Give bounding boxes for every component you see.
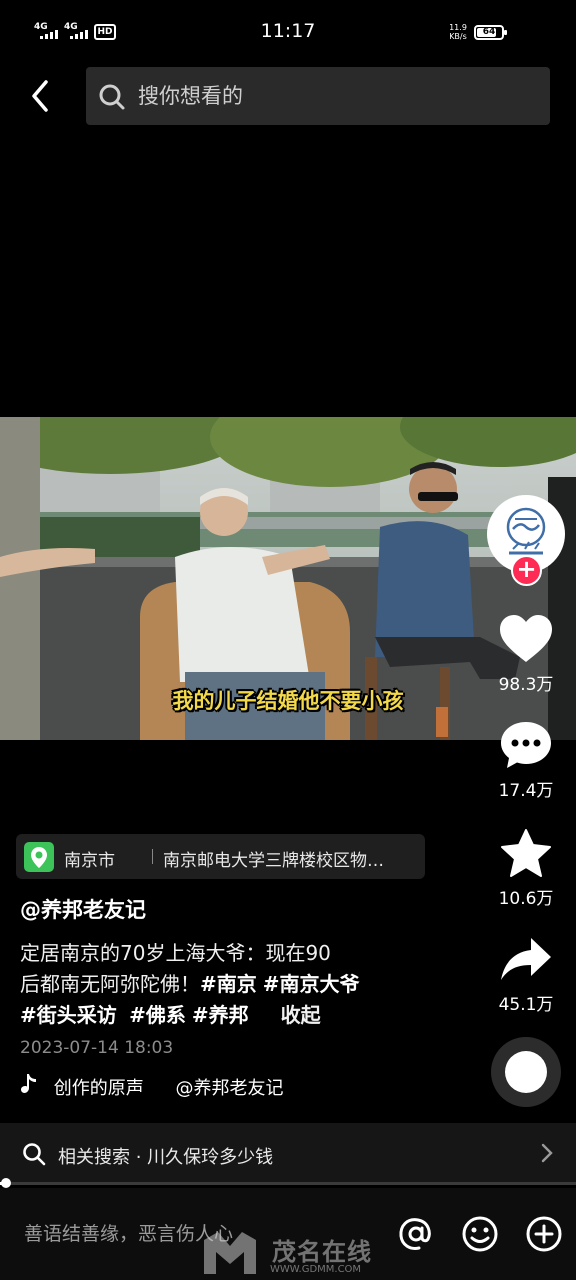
- like-button[interactable]: 98.3万: [488, 614, 564, 695]
- location-city: 南京市: [64, 851, 115, 871]
- desc-line-1: 定居南京的70岁上海大爷：现在90: [20, 941, 331, 965]
- hashtag[interactable]: #南京大爷: [263, 972, 360, 996]
- favorite-count: 10.6万: [498, 889, 554, 909]
- mention-button[interactable]: [396, 1214, 436, 1254]
- music-author: @养邦老友记: [175, 1077, 284, 1099]
- search-icon: [23, 1143, 46, 1166]
- comment-icon: [501, 722, 551, 768]
- music-note-icon: [20, 1073, 38, 1099]
- search-icon: [99, 84, 125, 110]
- emoji-icon: [462, 1216, 498, 1252]
- hashtag[interactable]: #街头采访: [20, 1003, 117, 1027]
- chevron-left-icon: [32, 80, 48, 112]
- status-bar: 4G 4G HD 11:17 11.9 KB/s 64: [0, 0, 576, 60]
- location-pin-icon: [24, 842, 54, 872]
- battery-icon: 64: [474, 25, 507, 40]
- back-button[interactable]: [24, 76, 60, 116]
- comment-button[interactable]: 17.4万: [488, 720, 564, 801]
- emoji-button[interactable]: [460, 1214, 500, 1254]
- comment-count: 17.4万: [498, 781, 554, 801]
- watermark-url: WWW.GDMM.COM: [270, 1264, 362, 1275]
- post-description: 定居南京的70岁上海大爷：现在90 后都南无阿弥陀佛！#南京 #南京大爷 #街头采…: [20, 938, 420, 1031]
- network-speed: 11.9 KB/s: [449, 23, 467, 41]
- collapse-button[interactable]: 收起: [281, 1003, 321, 1027]
- search-bar[interactable]: [86, 67, 550, 125]
- watermark-text: 茂名在线: [272, 1238, 372, 1266]
- battery-level: 64: [482, 27, 496, 37]
- related-search-label: 相关搜索 · 川久保玲多少钱: [58, 1147, 274, 1168]
- video-progress-bar[interactable]: [0, 1178, 576, 1188]
- watermark-logo: [204, 1232, 256, 1274]
- plus-circle-icon: [526, 1216, 562, 1252]
- progress-handle[interactable]: [1, 1178, 11, 1188]
- post-date: 2023-07-14 18:03: [20, 1038, 174, 1058]
- follow-button[interactable]: +: [511, 555, 542, 586]
- star-icon: [501, 829, 551, 877]
- share-count: 45.1万: [498, 995, 554, 1015]
- location-tag[interactable]: 南京市 南京邮电大学三牌楼校区物…: [16, 834, 425, 879]
- author-name[interactable]: @养邦老友记: [20, 894, 146, 924]
- music-disc-button[interactable]: [491, 1037, 561, 1107]
- hashtag[interactable]: #南京: [200, 972, 257, 996]
- location-place: 南京邮电大学三牌楼校区物…: [163, 851, 384, 871]
- favorite-button[interactable]: 10.6万: [488, 828, 564, 909]
- site-watermark: 茂名在线 WWW.GDMM.COM: [200, 1228, 396, 1280]
- location-divider: [152, 849, 153, 864]
- music-title: 创作的原声: [53, 1077, 144, 1099]
- chevron-right-icon: [541, 1143, 553, 1163]
- heart-icon: [500, 615, 552, 662]
- search-input[interactable]: [138, 67, 538, 125]
- at-icon: [399, 1218, 431, 1250]
- desc-line-2: 后都南无阿弥陀佛！: [20, 972, 200, 996]
- like-count: 98.3万: [498, 675, 554, 695]
- hashtag[interactable]: #养邦: [192, 1003, 249, 1027]
- share-button[interactable]: 45.1万: [488, 934, 564, 1015]
- music-disc-avatar: [505, 1051, 547, 1093]
- share-arrow-icon: [501, 938, 551, 980]
- music-info[interactable]: 创作的原声 @养邦老友记: [20, 1073, 310, 1099]
- add-button[interactable]: [524, 1214, 564, 1254]
- hashtag[interactable]: #佛系: [129, 1003, 186, 1027]
- related-search[interactable]: 相关搜索 · 川久保玲多少钱: [0, 1123, 576, 1183]
